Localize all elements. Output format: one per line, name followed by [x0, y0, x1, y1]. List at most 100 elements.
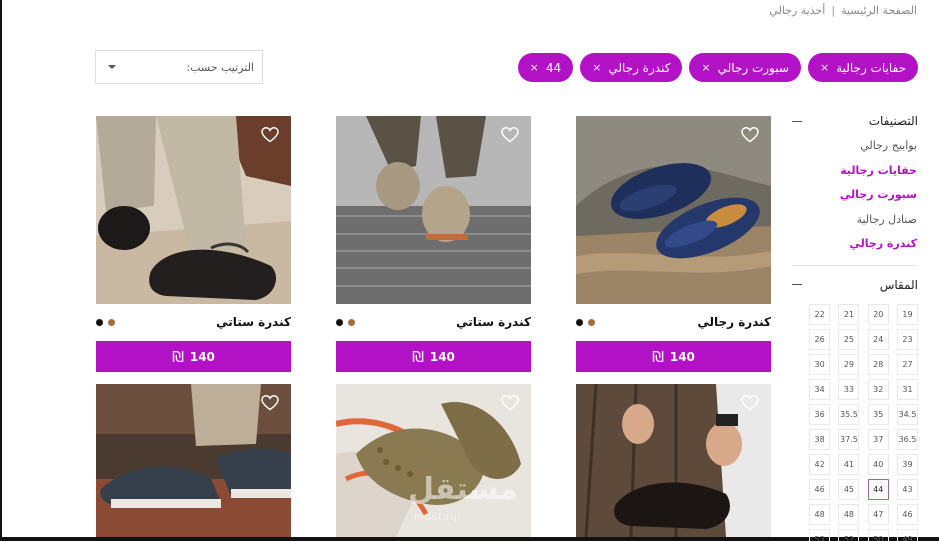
product-name[interactable]: كندرة ستاتي [456, 315, 531, 329]
filter-chip-label: سبورت رجالي [717, 60, 789, 75]
collapse-icon[interactable] [792, 284, 802, 285]
filter-chip[interactable]: كندرة رجالي × [580, 53, 683, 82]
add-to-cart-button[interactable]: ₪ 140 [576, 341, 771, 372]
heart-icon[interactable] [741, 395, 759, 411]
size-option[interactable]: 29 [838, 353, 860, 375]
heart-icon[interactable] [261, 127, 279, 143]
size-option[interactable]: 20 [867, 303, 889, 325]
close-icon[interactable]: × [820, 61, 829, 74]
size-option[interactable]: 48 [838, 503, 860, 525]
breadcrumb-separator: | [831, 4, 836, 17]
filter-chip[interactable]: حفايات رجالية × [807, 53, 918, 82]
filter-sidebar: التصنيفات بوابيج رجالي حفايات رجالية سبو… [792, 108, 918, 541]
heart-icon[interactable] [741, 127, 759, 143]
size-option[interactable]: 22 [809, 303, 831, 325]
category-link[interactable]: سبورت رجالي [792, 183, 918, 208]
close-icon[interactable]: × [592, 61, 601, 74]
size-option[interactable]: 52 [838, 528, 860, 541]
size-option[interactable]: 23 [897, 328, 918, 350]
size-option[interactable]: 53 [809, 528, 831, 541]
size-option[interactable]: 38 [809, 428, 831, 450]
size-option[interactable]: 44 [867, 478, 889, 500]
size-option[interactable]: 50 [867, 528, 889, 541]
product-name[interactable]: كندرة رجالي [697, 315, 771, 329]
size-option[interactable]: 35.5 [838, 403, 860, 425]
product-card[interactable] [96, 384, 291, 537]
product-card[interactable]: كندرة رجالي ₪ 140 [576, 116, 771, 372]
sizes-header[interactable]: المقاس [792, 272, 918, 298]
category-link[interactable]: حفايات رجالية [792, 159, 918, 184]
size-option[interactable]: 30 [809, 353, 831, 375]
size-option[interactable]: 33 [838, 378, 860, 400]
size-option[interactable]: 46 [897, 503, 918, 525]
categories-header[interactable]: التصنيفات [792, 108, 918, 134]
product-card[interactable] [576, 384, 771, 537]
categories-title: التصنيفات [868, 114, 918, 128]
close-icon[interactable]: × [530, 61, 539, 74]
color-swatch[interactable] [348, 318, 355, 326]
add-to-cart-button[interactable]: ₪ 140 [336, 341, 531, 372]
size-option[interactable]: 34 [809, 378, 831, 400]
size-option[interactable]: 41 [838, 453, 860, 475]
breadcrumb-home[interactable]: الصفحة الرئيسية [841, 4, 917, 17]
size-option[interactable]: 48 [809, 503, 831, 525]
close-icon[interactable]: × [701, 61, 710, 74]
filter-chip[interactable]: سبورت رجالي × [689, 53, 801, 82]
category-link[interactable]: كندرة رجالي [792, 232, 918, 257]
sort-label: الترتيب حسب: [186, 60, 254, 74]
size-option[interactable]: 32 [867, 378, 889, 400]
size-option[interactable]: 27 [897, 353, 918, 375]
size-option[interactable]: 35 [867, 403, 889, 425]
heart-icon[interactable] [261, 395, 279, 411]
product-image[interactable] [576, 384, 771, 537]
size-option[interactable]: 39 [897, 453, 918, 475]
product-price: 140 [669, 349, 695, 364]
size-option[interactable]: 45 [838, 478, 860, 500]
collapse-icon[interactable] [792, 120, 802, 122]
size-option[interactable]: 31 [897, 378, 918, 400]
shekel-icon: ₪ [412, 347, 424, 366]
size-option[interactable]: 36 [809, 403, 831, 425]
filter-chip[interactable]: 44 × [517, 53, 574, 82]
product-image[interactable] [336, 116, 531, 304]
category-link[interactable]: صنادل رجالية [792, 208, 918, 233]
product-card[interactable]: كندرة ستاتي ₪ 140 [336, 116, 531, 372]
size-option[interactable]: 26 [809, 328, 831, 350]
add-to-cart-button[interactable]: ₪ 140 [96, 341, 291, 372]
size-option[interactable]: 37 [867, 428, 889, 450]
size-option[interactable]: 49 [897, 528, 918, 541]
size-option[interactable]: 43 [897, 478, 918, 500]
size-option[interactable]: 21 [838, 303, 860, 325]
size-option[interactable]: 42 [809, 453, 831, 475]
size-option[interactable]: 36.5 [897, 428, 918, 450]
color-swatch[interactable] [96, 318, 103, 326]
size-grid: 19 20 21 22 23 24 25 26 27 28 29 30 31 32 33 34 34.5 35 35… [792, 303, 918, 541]
product-image[interactable] [96, 384, 291, 537]
sort-dropdown[interactable]: الترتيب حسب: [95, 50, 263, 84]
size-option[interactable]: 46 [809, 478, 831, 500]
product-price: 140 [189, 349, 215, 364]
heart-icon[interactable] [501, 395, 519, 411]
size-option[interactable]: 34.5 [897, 403, 918, 425]
size-option[interactable]: 24 [867, 328, 889, 350]
category-link[interactable]: بوابيج رجالي [792, 134, 918, 159]
size-option[interactable]: 37.5 [838, 428, 860, 450]
color-swatch[interactable] [336, 318, 343, 326]
color-swatches [336, 318, 355, 326]
color-swatches [576, 318, 595, 326]
window-frame-left [0, 0, 2, 541]
product-image[interactable] [96, 116, 291, 304]
size-option[interactable]: 28 [867, 353, 889, 375]
shekel-icon: ₪ [652, 347, 664, 366]
size-option[interactable]: 19 [897, 303, 918, 325]
color-swatch[interactable] [588, 318, 595, 326]
color-swatch[interactable] [576, 318, 583, 326]
product-name[interactable]: كندرة ستاتي [216, 315, 291, 329]
product-image[interactable] [576, 116, 771, 304]
size-option[interactable]: 47 [867, 503, 889, 525]
color-swatch[interactable] [108, 318, 115, 326]
heart-icon[interactable] [501, 127, 519, 143]
size-option[interactable]: 25 [838, 328, 860, 350]
product-card[interactable]: كندرة ستاتي ₪ 140 [96, 116, 291, 372]
size-option[interactable]: 40 [867, 453, 889, 475]
